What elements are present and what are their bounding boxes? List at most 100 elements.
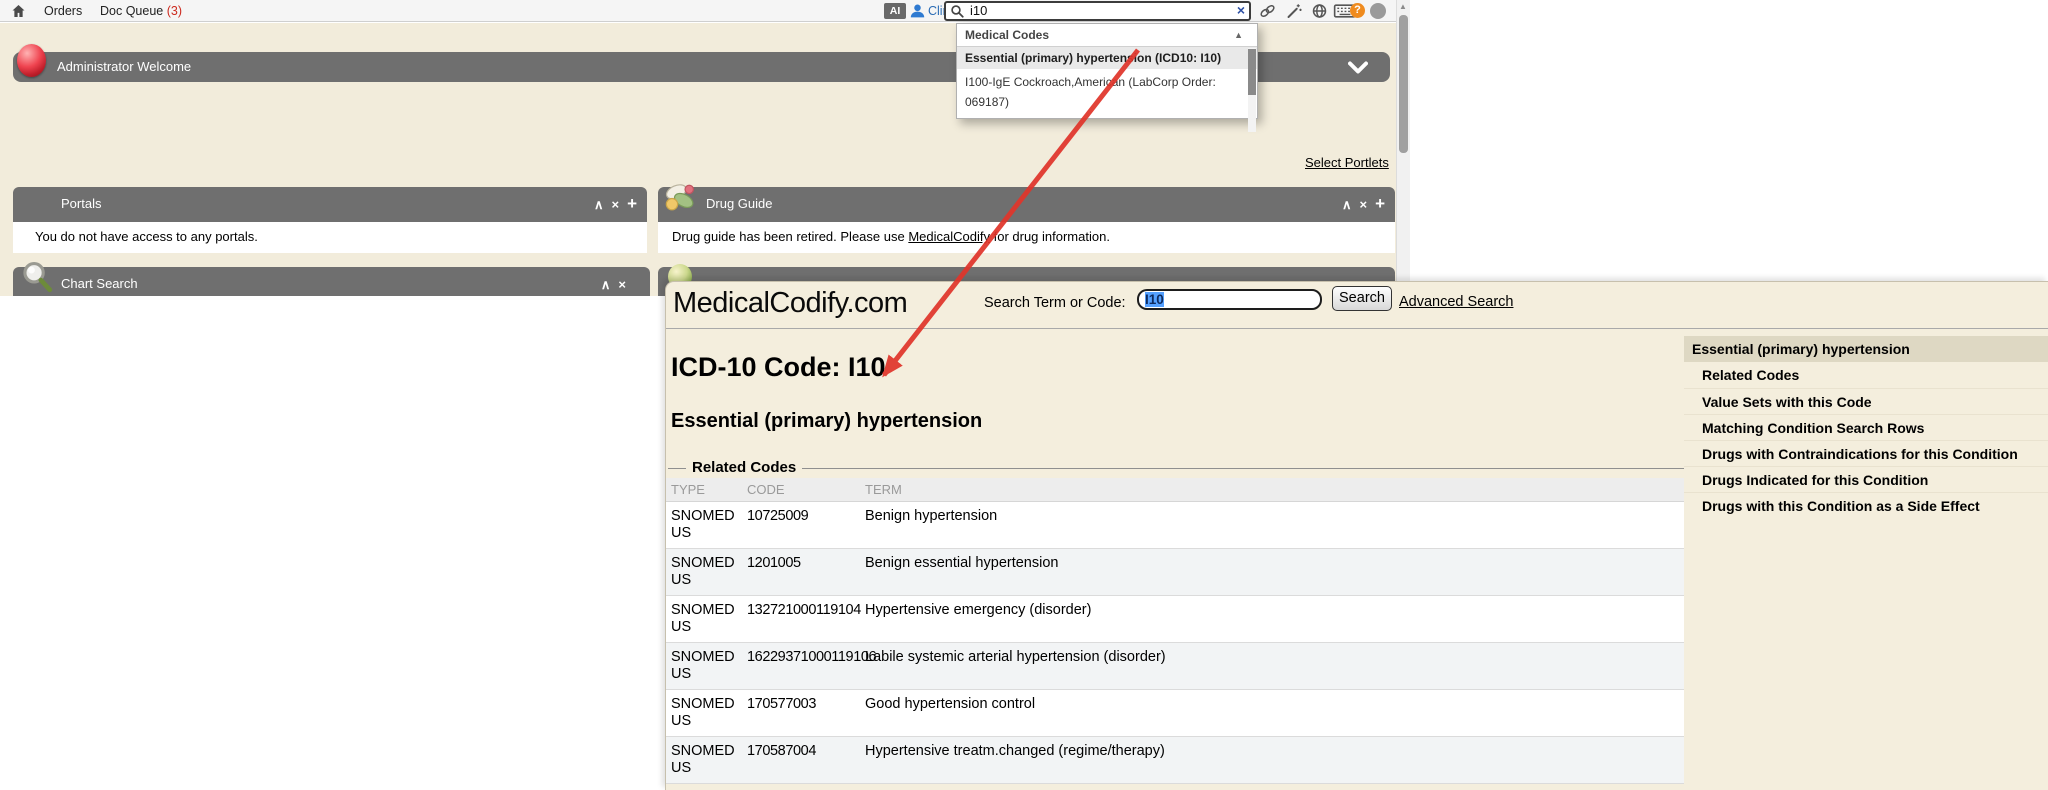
close-icon[interactable]: × [1359, 198, 1367, 211]
advanced-search-link[interactable]: Advanced Search [1399, 294, 1513, 310]
cell-type: SNOMED US [671, 555, 743, 589]
search-clear-icon[interactable]: × [1237, 2, 1245, 18]
sidebar-item-condition[interactable]: Essential (primary) hypertension [1684, 336, 2048, 362]
collapse-triangle-icon[interactable]: ▲ [1234, 24, 1243, 47]
portlet-chart-search-header[interactable]: Chart Search ∧ × [13, 267, 650, 296]
help-icon[interactable]: ? [1350, 3, 1365, 18]
sidebar-item-related-codes[interactable]: Related Codes [1684, 362, 2048, 388]
table-row: SNOMED US 170577003 Good hypertension co… [666, 690, 1684, 737]
collapse-icon[interactable]: ∧ [1342, 198, 1352, 211]
search-button[interactable]: Search [1332, 286, 1392, 311]
move-icon[interactable]: + [1375, 195, 1385, 212]
close-icon[interactable]: × [618, 278, 626, 291]
banner-title: Administrator Welcome [57, 52, 191, 82]
red-sphere-icon [17, 44, 46, 77]
table-row: SNOMED US 170587004 Hypertensive treatm.… [666, 737, 1684, 784]
dropdown-item-hypertension[interactable]: Essential (primary) hypertension (ICD10:… [957, 47, 1257, 69]
table-row: SNOMED US 132721000119104 Hypertensive e… [666, 596, 1684, 643]
portals-message: You do not have access to any portals. [35, 222, 258, 251]
sidebar-item-contraindications[interactable]: Drugs with Contraindications for this Co… [1684, 440, 2048, 466]
search-suggestions-dropdown: Medical Codes ▲ Essential (primary) hype… [956, 23, 1258, 119]
user-icon [909, 2, 926, 20]
scrollbar-thumb[interactable] [1399, 15, 1408, 153]
ehr-desktop: Administrator Welcome Select Portlets Po… [0, 23, 1396, 296]
menu-doc-queue[interactable]: Doc Queue (3) [100, 0, 182, 22]
table-row: SNOMED US 16229371000119106 Labile syste… [666, 643, 1684, 690]
condition-heading: Essential (primary) hypertension [671, 410, 982, 433]
cell-term: Benign hypertension [865, 508, 1675, 525]
portlet-chart-search-title: Chart Search [61, 267, 138, 296]
ehr-window: Orders Doc Queue (3) AI Clir i10 × ? Adm… [0, 0, 1410, 296]
chevron-down-icon[interactable] [1348, 61, 1368, 74]
dropdown-item-line1: I100-IgE Cockroach,American (LabCorp Ord… [965, 72, 1243, 92]
menu-orders[interactable]: Orders [44, 0, 82, 22]
medicalcodify-link[interactable]: MedicalCodify [908, 229, 990, 244]
cell-type: SNOMED US [671, 743, 743, 777]
table-row: SNOMED US 10725009 Benign hypertension [666, 502, 1684, 549]
site-title: MedicalCodify.com [673, 287, 907, 320]
cell-code: 10725009 [747, 508, 808, 525]
col-code: CODE [747, 478, 785, 502]
portlet-drug-guide-header[interactable]: Drug Guide ∧ × + [658, 187, 1395, 222]
related-codes-legend: Related Codes [686, 459, 802, 476]
medicalcodify-page: MedicalCodify.com Search Term or Code: I… [665, 281, 2048, 790]
col-type: TYPE [671, 478, 705, 502]
cell-code: 170577003 [747, 696, 816, 713]
link-icon[interactable] [1258, 2, 1277, 20]
portlet-drug-guide-body: Drug guide has been retired. Please use … [658, 222, 1395, 253]
search-icon [950, 4, 965, 19]
related-codes-fieldset: Related Codes [668, 468, 1684, 469]
page-nav-sidebar: Essential (primary) hypertension Related… [1684, 336, 2048, 518]
cell-type: SNOMED US [671, 649, 743, 683]
collapse-icon[interactable]: ∧ [594, 198, 604, 211]
col-term: TERM [865, 478, 902, 502]
icd10-heading: ICD-10 Code: I10 [671, 352, 886, 383]
cell-term: Benign essential hypertension [865, 555, 1675, 572]
sidebar-item-side-effect[interactable]: Drugs with this Condition as a Side Effe… [1684, 492, 2048, 518]
portlet-portals-title: Portals [61, 187, 101, 222]
table-row: SNOMED US 1201005 Benign essential hyper… [666, 549, 1684, 596]
code-search-input[interactable]: I10 [1137, 289, 1322, 310]
cell-type: SNOMED US [671, 602, 743, 636]
pills-icon [664, 181, 696, 215]
cell-code: 170587004 [747, 743, 816, 760]
portlet-portals-header[interactable]: Portals ∧ × + [13, 187, 647, 222]
dropdown-item-cockroach[interactable]: I100-IgE Cockroach,American (LabCorp Ord… [957, 69, 1257, 118]
window-scrollbar[interactable]: ▲ [1396, 0, 1410, 296]
scroll-up-icon[interactable]: ▲ [1399, 2, 1407, 11]
global-search-input[interactable]: i10 [970, 3, 987, 19]
dropdown-item-line2: 069187) [965, 92, 1243, 112]
cell-term: Labile systemic arterial hypertension (d… [865, 649, 1675, 666]
collapse-icon[interactable]: ∧ [601, 278, 611, 291]
cell-type: SNOMED US [671, 696, 743, 730]
drug-guide-text-after: for drug information. [990, 229, 1110, 244]
wand-icon[interactable] [1285, 2, 1304, 20]
header-divider [666, 328, 2048, 329]
cell-type: SNOMED US [671, 508, 743, 542]
global-search-box[interactable]: i10 × [944, 1, 1251, 21]
cell-term: Good hypertension control [865, 696, 1675, 713]
doc-queue-count: (3) [167, 4, 182, 18]
portlet-portals-body: You do not have access to any portals. [13, 222, 647, 253]
close-icon[interactable]: × [611, 198, 619, 211]
drug-guide-text: Drug guide has been retired. Please use [672, 229, 908, 244]
move-icon[interactable]: + [627, 195, 637, 212]
cell-code: 16229371000119106 [747, 649, 876, 666]
sidebar-item-matching-condition[interactable]: Matching Condition Search Rows [1684, 414, 2048, 440]
magnifier-icon [21, 260, 55, 296]
dropdown-group-header: Medical Codes ▲ [957, 24, 1257, 47]
sidebar-item-indicated[interactable]: Drugs Indicated for this Condition [1684, 466, 2048, 492]
home-icon[interactable] [10, 3, 27, 19]
dropdown-scrollbar[interactable] [1248, 48, 1256, 132]
sidebar-item-value-sets[interactable]: Value Sets with this Code [1684, 388, 2048, 414]
doc-queue-label: Doc Queue [100, 4, 163, 18]
globe-icon[interactable] [1310, 2, 1329, 20]
cell-code: 1201005 [747, 555, 801, 572]
portlet-drug-guide-title: Drug Guide [706, 187, 772, 222]
status-circle-icon [1370, 3, 1386, 19]
ai-badge[interactable]: AI [884, 3, 906, 19]
select-portlets-link[interactable]: Select Portlets [1305, 155, 1389, 170]
dropdown-group-label: Medical Codes [965, 28, 1049, 42]
selected-search-text: I10 [1145, 292, 1164, 307]
cell-term: Hypertensive treatm.changed (regime/ther… [865, 743, 1675, 760]
